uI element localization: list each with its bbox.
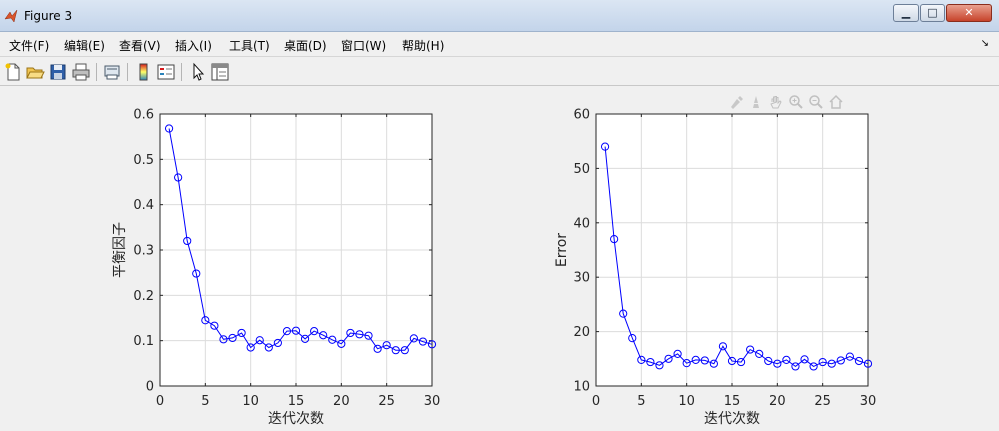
x-tick-label: 20: [333, 394, 350, 409]
y-tick-label: 0: [146, 380, 154, 395]
y-tick-label: 10: [573, 380, 590, 395]
x-tick-label: 10: [242, 394, 259, 409]
x-tick-label: 30: [424, 394, 441, 409]
x-tick-label: 5: [637, 394, 645, 409]
y-tick-label: 60: [573, 108, 590, 123]
y-tick-label: 30: [573, 271, 590, 286]
y-axis-label: Error: [554, 233, 570, 267]
y-tick-label: 0.1: [133, 334, 154, 349]
chart-1-group[interactable]: 0 5 10 15 20 25 30 10 20 30 40 50 60 迭代次数 Error: [554, 108, 876, 428]
x-tick-label: 0: [156, 394, 164, 409]
x-tick-label: 5: [201, 394, 209, 409]
y-tick-label: 0.2: [133, 289, 154, 304]
y-axis-label: 平衡因子: [112, 222, 128, 278]
y-tick-label: 0.5: [133, 153, 154, 168]
x-tick-label: 30: [860, 394, 877, 409]
y-tick-label: 50: [573, 162, 590, 177]
x-tick-label: 20: [769, 394, 786, 409]
y-tick-label: 0.6: [133, 108, 154, 123]
x-tick-label: 0: [592, 394, 600, 409]
x-tick-label: 10: [678, 394, 695, 409]
x-axis-label: 迭代次数: [268, 411, 324, 427]
x-axis-label: 迭代次数: [704, 411, 760, 427]
x-tick-label: 25: [378, 394, 395, 409]
x-tick-label: 15: [288, 394, 305, 409]
x-tick-label: 15: [724, 394, 741, 409]
chart-0-group[interactable]: 0 5 10 15 20 25 30 0 0.1 0.2 0.3 0.4 0.5 0.6 迭代次数 平衡因子: [112, 108, 440, 428]
x-tick-label: 25: [814, 394, 831, 409]
chart-balance-factor[interactable]: 0 5 10 15 20 25 3000.10.20.30.40.50.6迭代次数平衡因子0…: [0, 0, 999, 431]
y-tick-label: 20: [573, 325, 590, 340]
y-tick-label: 0.3: [133, 244, 154, 259]
y-tick-label: 0.4: [133, 198, 154, 213]
y-tick-label: 40: [573, 216, 590, 231]
